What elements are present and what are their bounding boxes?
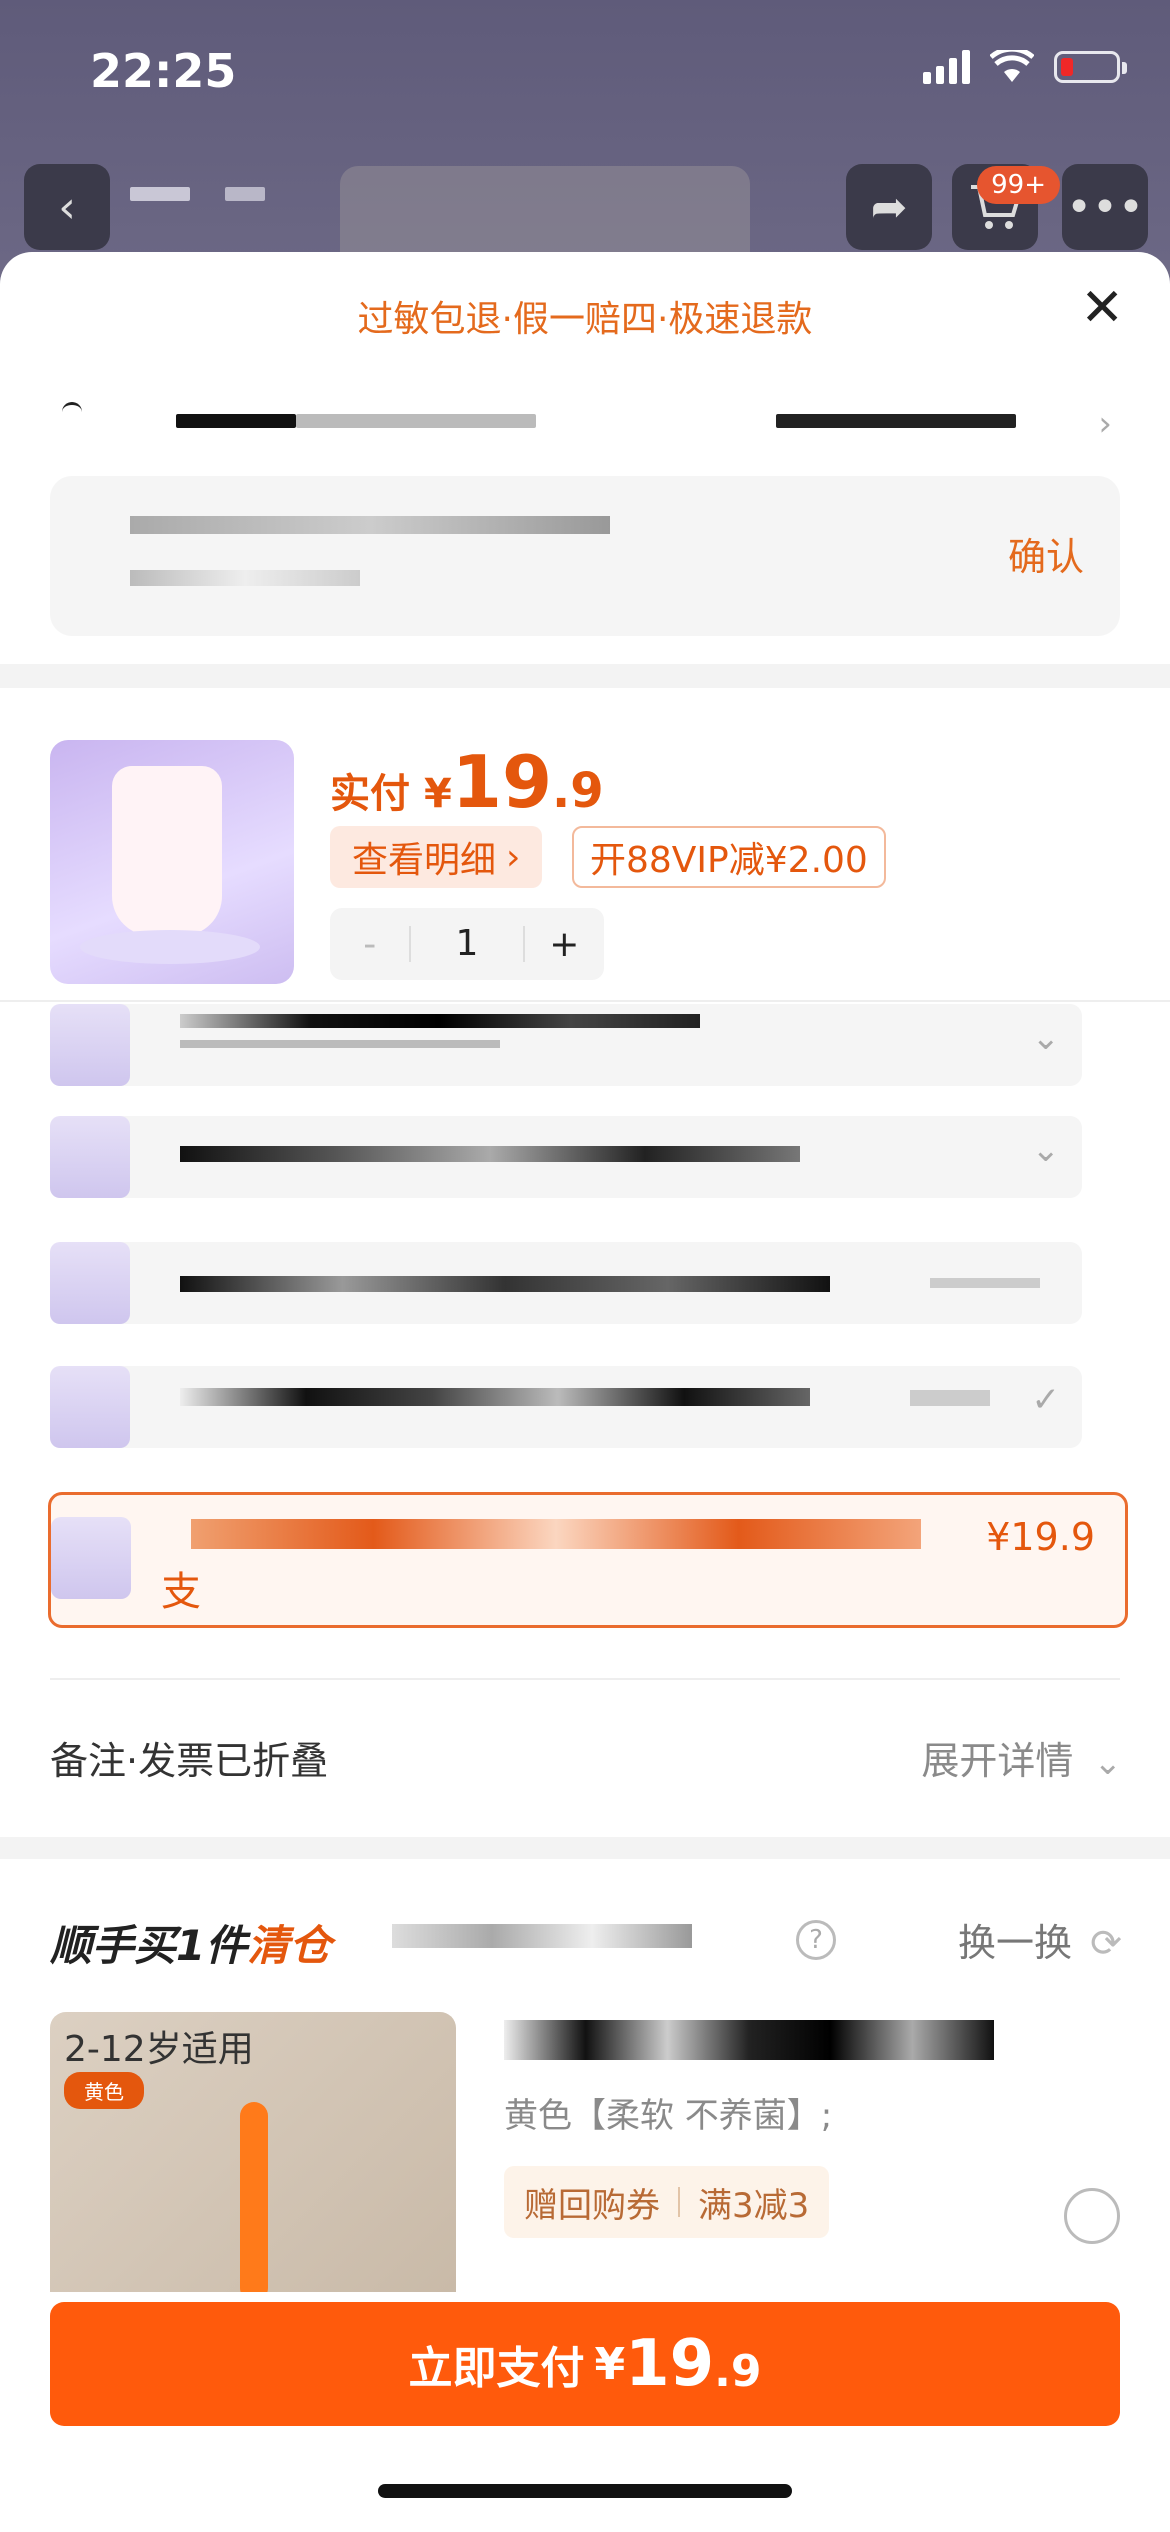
pay-now-button[interactable]: 立即支付 ¥ 19 .9 bbox=[50, 2302, 1120, 2426]
quantity-value[interactable]: 1 bbox=[409, 926, 525, 962]
check-icon: ✓ bbox=[1031, 1380, 1061, 1420]
redacted-text bbox=[392, 1924, 692, 1948]
divider bbox=[0, 1000, 1170, 1002]
confirm-button[interactable]: 确认 bbox=[1008, 526, 1084, 581]
wifi-icon bbox=[990, 50, 1034, 82]
addon-title-main: 顺手买1件 bbox=[50, 1921, 248, 1970]
expand-details-label: 展开详情 bbox=[921, 1739, 1074, 1783]
sku-option[interactable] bbox=[50, 1242, 1082, 1324]
sku-thumbnail bbox=[50, 1242, 130, 1324]
sku-option-selected[interactable]: 支 ¥19.9 bbox=[48, 1492, 1128, 1628]
sku-thumbnail bbox=[50, 1116, 130, 1198]
product-backdrop-image bbox=[340, 166, 750, 256]
home-indicator bbox=[378, 2484, 792, 2498]
share-icon: ➦ bbox=[870, 181, 908, 233]
address-text-redacted[interactable] bbox=[176, 414, 1026, 434]
coupon-label-b: 满3减3 bbox=[698, 2185, 810, 2226]
refresh-icon: ⟳ bbox=[1090, 1921, 1122, 1965]
view-detail-label: 查看明细 bbox=[352, 840, 497, 881]
color-tag: 黄色 bbox=[64, 2072, 144, 2109]
price-integer: 19 bbox=[451, 740, 553, 824]
redacted-text bbox=[504, 2020, 994, 2060]
sku-thumbnail bbox=[51, 1517, 131, 1599]
location-icon bbox=[62, 402, 82, 422]
decrement-button[interactable]: - bbox=[330, 924, 409, 965]
more-icon: ••• bbox=[1066, 181, 1144, 233]
chevron-left-icon: ‹ bbox=[58, 181, 76, 233]
share-button[interactable]: ➦ bbox=[846, 164, 932, 250]
back-button[interactable]: ‹ bbox=[24, 164, 110, 250]
vip-discount-button[interactable]: 开88VIP减¥2.00 bbox=[572, 826, 886, 888]
price-prefix: 实付 bbox=[330, 771, 410, 817]
price-currency: ¥ bbox=[424, 771, 452, 817]
increment-button[interactable]: + bbox=[525, 924, 604, 965]
addon-title-highlight: 清仓 bbox=[247, 1921, 332, 1970]
select-radio[interactable] bbox=[1064, 2188, 1120, 2244]
swap-label: 换一换 bbox=[958, 1921, 1073, 1965]
age-label: 2-12岁适用 bbox=[64, 2029, 254, 2070]
coupon-label-a: 赠回购券 bbox=[524, 2185, 660, 2226]
more-button[interactable]: ••• bbox=[1062, 164, 1148, 250]
help-icon[interactable]: ? bbox=[796, 1920, 836, 1960]
status-icons bbox=[923, 50, 1127, 84]
product-image bbox=[50, 740, 294, 984]
sku-name-suffix: 支 bbox=[161, 1569, 201, 1615]
chevron-right-icon: › bbox=[506, 836, 521, 878]
expand-details-button[interactable]: 展开详情 ⌄ bbox=[921, 1730, 1122, 1785]
sku-thumbnail bbox=[50, 1004, 130, 1086]
sku-thumbnail bbox=[50, 1366, 130, 1448]
sku-price: ¥19.9 bbox=[986, 1515, 1095, 1559]
close-icon[interactable]: ✕ bbox=[1080, 282, 1124, 334]
chevron-down-icon: ⌄ bbox=[1031, 1130, 1061, 1170]
sku-option[interactable]: ⌄ bbox=[50, 1004, 1082, 1086]
chevron-down-icon: ⌄ bbox=[1093, 1743, 1123, 1783]
chevron-down-icon: ⌄ bbox=[1031, 1018, 1061, 1058]
price-row: 实付 ¥ 19 .9 bbox=[330, 740, 604, 824]
quantity-stepper: - 1 + bbox=[330, 908, 604, 980]
notes-label: 备注·发票已折叠 bbox=[50, 1739, 329, 1783]
status-time: 22:25 bbox=[90, 44, 237, 98]
checkout-sheet: 过敏包退·假一赔四·极速退款 ✕ › 确认 实付 ¥ 19 .9 查看明细 › … bbox=[0, 252, 1170, 2532]
sku-option[interactable]: ✓ bbox=[50, 1366, 1082, 1448]
divider bbox=[50, 1678, 1120, 1680]
sku-option[interactable]: ⌄ bbox=[50, 1116, 1082, 1198]
pay-label: 立即支付 bbox=[408, 2343, 585, 2394]
addon-product-image: 2-12岁适用 黄色 bbox=[50, 2012, 456, 2292]
title-placeholder bbox=[130, 186, 350, 205]
pay-amount-dec: .9 bbox=[714, 2345, 762, 2397]
address-confirm-panel: 确认 bbox=[50, 476, 1120, 636]
addon-spec: 黄色【柔软 不养菌】; bbox=[504, 2096, 833, 2136]
pay-currency: ¥ bbox=[594, 2338, 626, 2390]
battery-icon bbox=[1054, 51, 1127, 83]
vip-discount-label: 开88VIP减¥2.00 bbox=[590, 840, 868, 881]
signal-icon bbox=[923, 50, 970, 84]
coupon-tag: 赠回购券 满3减3 bbox=[504, 2166, 830, 2238]
promo-banner: 过敏包退·假一赔四·极速退款 bbox=[357, 299, 813, 340]
swap-button[interactable]: 换一换 ⟳ bbox=[958, 1912, 1122, 1967]
section-gap bbox=[0, 1837, 1170, 1859]
pay-amount-int: 19 bbox=[625, 2327, 715, 2401]
addon-title: 顺手买1件清仓 bbox=[50, 1912, 331, 1973]
cart-badge: 99+ bbox=[977, 166, 1060, 204]
chevron-right-icon: › bbox=[1098, 404, 1112, 444]
price-decimal: .9 bbox=[552, 763, 604, 819]
redacted-text bbox=[130, 516, 610, 534]
section-gap bbox=[0, 664, 1170, 688]
redacted-text bbox=[130, 570, 360, 586]
view-detail-button[interactable]: 查看明细 › bbox=[330, 826, 543, 888]
